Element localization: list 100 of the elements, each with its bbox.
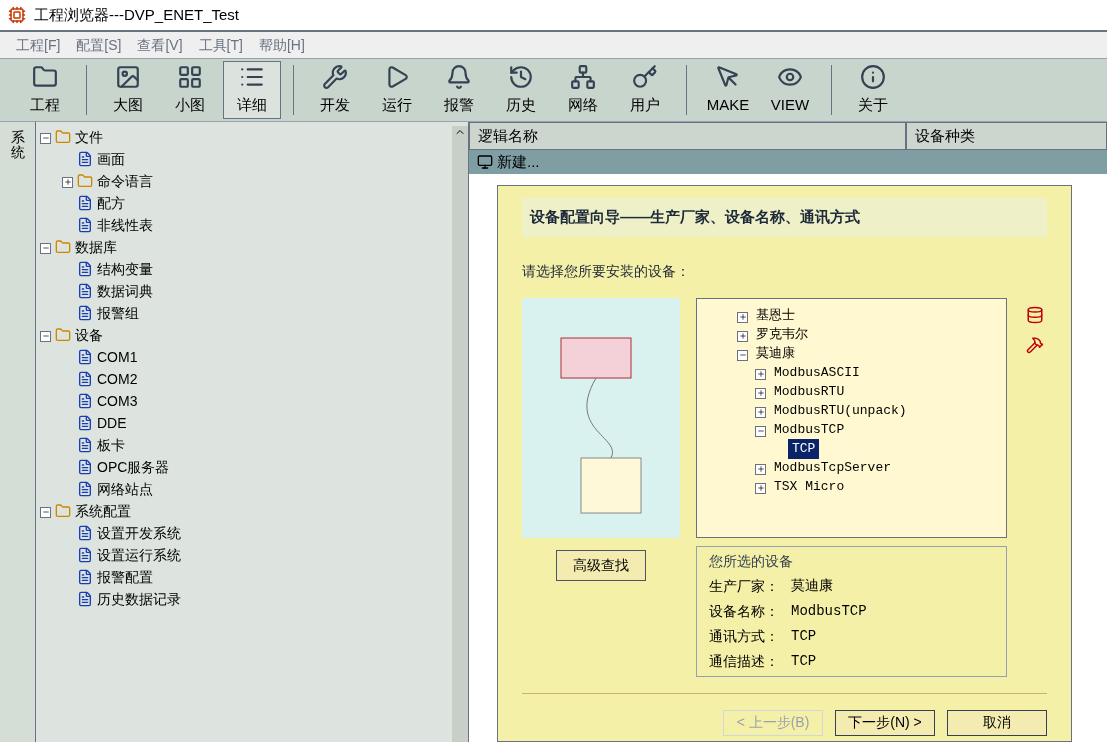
info-label: 生产厂家： [709,576,779,596]
menu-item[interactable]: 工具[T] [198,34,243,56]
document-icon [77,481,93,497]
device-tree-item[interactable]: ModbusTcpServer [770,458,896,478]
toolbar-button[interactable]: 历史 [492,61,550,119]
device-tree-item[interactable]: ModbusASCII [770,363,864,383]
menu-item[interactable]: 帮助[H] [258,34,305,56]
document-icon [77,195,93,211]
device-tree-item[interactable]: 罗克韦尔 [752,325,812,345]
tree-item[interactable]: 设备 [75,324,103,346]
column-header[interactable]: 逻辑名称 [469,122,906,150]
tree-item[interactable]: 数据词典 [97,280,153,302]
toolbar-button[interactable]: 关于 [844,61,902,119]
collapse-icon[interactable] [40,132,51,144]
network-icon [570,63,596,90]
tree-item[interactable]: 历史数据记录 [97,588,181,610]
advanced-search-button[interactable]: 高级查找 [556,549,646,581]
collapse-icon[interactable] [755,425,766,437]
tree-item[interactable]: 报警组 [97,302,139,324]
toolbar-button[interactable]: 用户 [616,61,674,119]
menu-item[interactable]: 工程[F] [16,34,61,56]
document-icon [77,415,93,431]
document-icon [77,305,93,321]
wizard-button[interactable]: 下一步(N) > [835,709,935,736]
toolbar-button[interactable]: 开发 [306,61,364,119]
expand-icon[interactable] [737,330,748,342]
device-tree-item[interactable]: 基恩士 [752,306,799,326]
tree-item[interactable]: 配方 [97,192,125,214]
document-icon [77,217,93,233]
device-tree-item[interactable]: ModbusTCP [770,420,849,440]
toolbar-button[interactable]: 详细 [223,61,281,119]
scrollbar[interactable] [452,126,468,742]
toolbar-button[interactable]: 网络 [554,61,612,119]
tree-item[interactable]: 设置运行系统 [97,544,181,566]
folder-icon [55,129,71,145]
info-label: 设备名称： [709,601,779,621]
dialog-title: 设备配置向导——生产厂家、设备名称、通讯方式 [522,198,1047,237]
device-tree-item[interactable]: TSX Micro [770,477,849,497]
expand-icon[interactable] [755,368,766,380]
expand-icon[interactable] [737,311,748,323]
column-header[interactable]: 设备种类 [906,122,1107,150]
info-value: ModbusTCP [791,601,867,621]
tree-item[interactable]: 结构变量 [97,258,153,280]
toolbar-button[interactable]: 工程 [16,61,74,119]
toolbar-button[interactable]: 小图 [161,61,219,119]
hammer-icon[interactable] [1026,335,1044,354]
device-tree-item[interactable]: TCP [788,439,820,459]
window-title: 工程浏览器---DVP_ENET_Test [34,4,240,25]
tree-item[interactable]: 系统配置 [75,500,131,522]
folder-icon [55,239,71,255]
document-icon [77,547,93,563]
collapse-icon[interactable] [40,242,51,254]
bell-icon [446,63,472,90]
document-icon [77,525,93,541]
tree-item[interactable]: 非线性表 [97,214,153,236]
tree-item[interactable]: OPC服务器 [97,456,170,478]
tree-item[interactable]: 报警配置 [97,566,153,588]
tree-item[interactable]: 数据库 [75,236,117,258]
grid-icon [177,63,203,90]
info-title: 您所选的设备 [709,551,794,571]
menu-item[interactable]: 配置[S] [76,34,122,56]
tree-item[interactable]: COM1 [97,346,138,368]
device-tree-item[interactable]: 莫迪康 [752,344,799,364]
tree-item[interactable]: COM3 [97,390,138,412]
tree-item[interactable]: COM2 [97,368,138,390]
expand-icon[interactable] [755,387,766,399]
picture-icon [115,63,141,90]
instruction-text: 请选择您所要安装的设备： [522,261,691,281]
toolbar-button[interactable]: 运行 [368,61,426,119]
device-tree-item[interactable]: ModbusRTU(unpack) [770,401,911,421]
collapse-icon[interactable] [40,330,51,342]
collapse-icon[interactable] [40,506,51,518]
toolbar-button[interactable]: 报警 [430,61,488,119]
document-icon [77,261,93,277]
toolbar-button[interactable]: 大图 [99,61,157,119]
clock-icon [508,63,534,90]
device-tree-item[interactable]: ModbusRTU [770,382,849,402]
database-icon[interactable] [1026,305,1044,324]
folder-icon [55,503,71,519]
document-icon [77,151,93,167]
toolbar-button[interactable]: VIEW [761,61,819,119]
wizard-button[interactable]: 取消 [947,709,1047,736]
side-tab[interactable]: 系统 [0,122,36,742]
document-icon [77,283,93,299]
tree-item[interactable]: 板卡 [97,434,125,456]
tree-item[interactable]: 设置开发系统 [97,522,181,544]
tree-item[interactable]: DDE [97,412,127,434]
tree-item[interactable]: 文件 [75,126,103,148]
tree-item[interactable]: 命令语言 [97,170,153,192]
collapse-icon[interactable] [737,349,748,361]
tree-item[interactable]: 网络站点 [97,478,153,500]
expand-icon[interactable] [755,463,766,475]
folder-icon [77,173,93,189]
expand-icon[interactable] [755,482,766,494]
menu-item[interactable]: 查看[V] [137,34,183,56]
toolbar-button[interactable]: MAKE [699,61,757,119]
list-row[interactable]: 新建... [497,150,540,174]
expand-icon[interactable] [62,176,73,188]
tree-item[interactable]: 画面 [97,148,125,170]
expand-icon[interactable] [755,406,766,418]
